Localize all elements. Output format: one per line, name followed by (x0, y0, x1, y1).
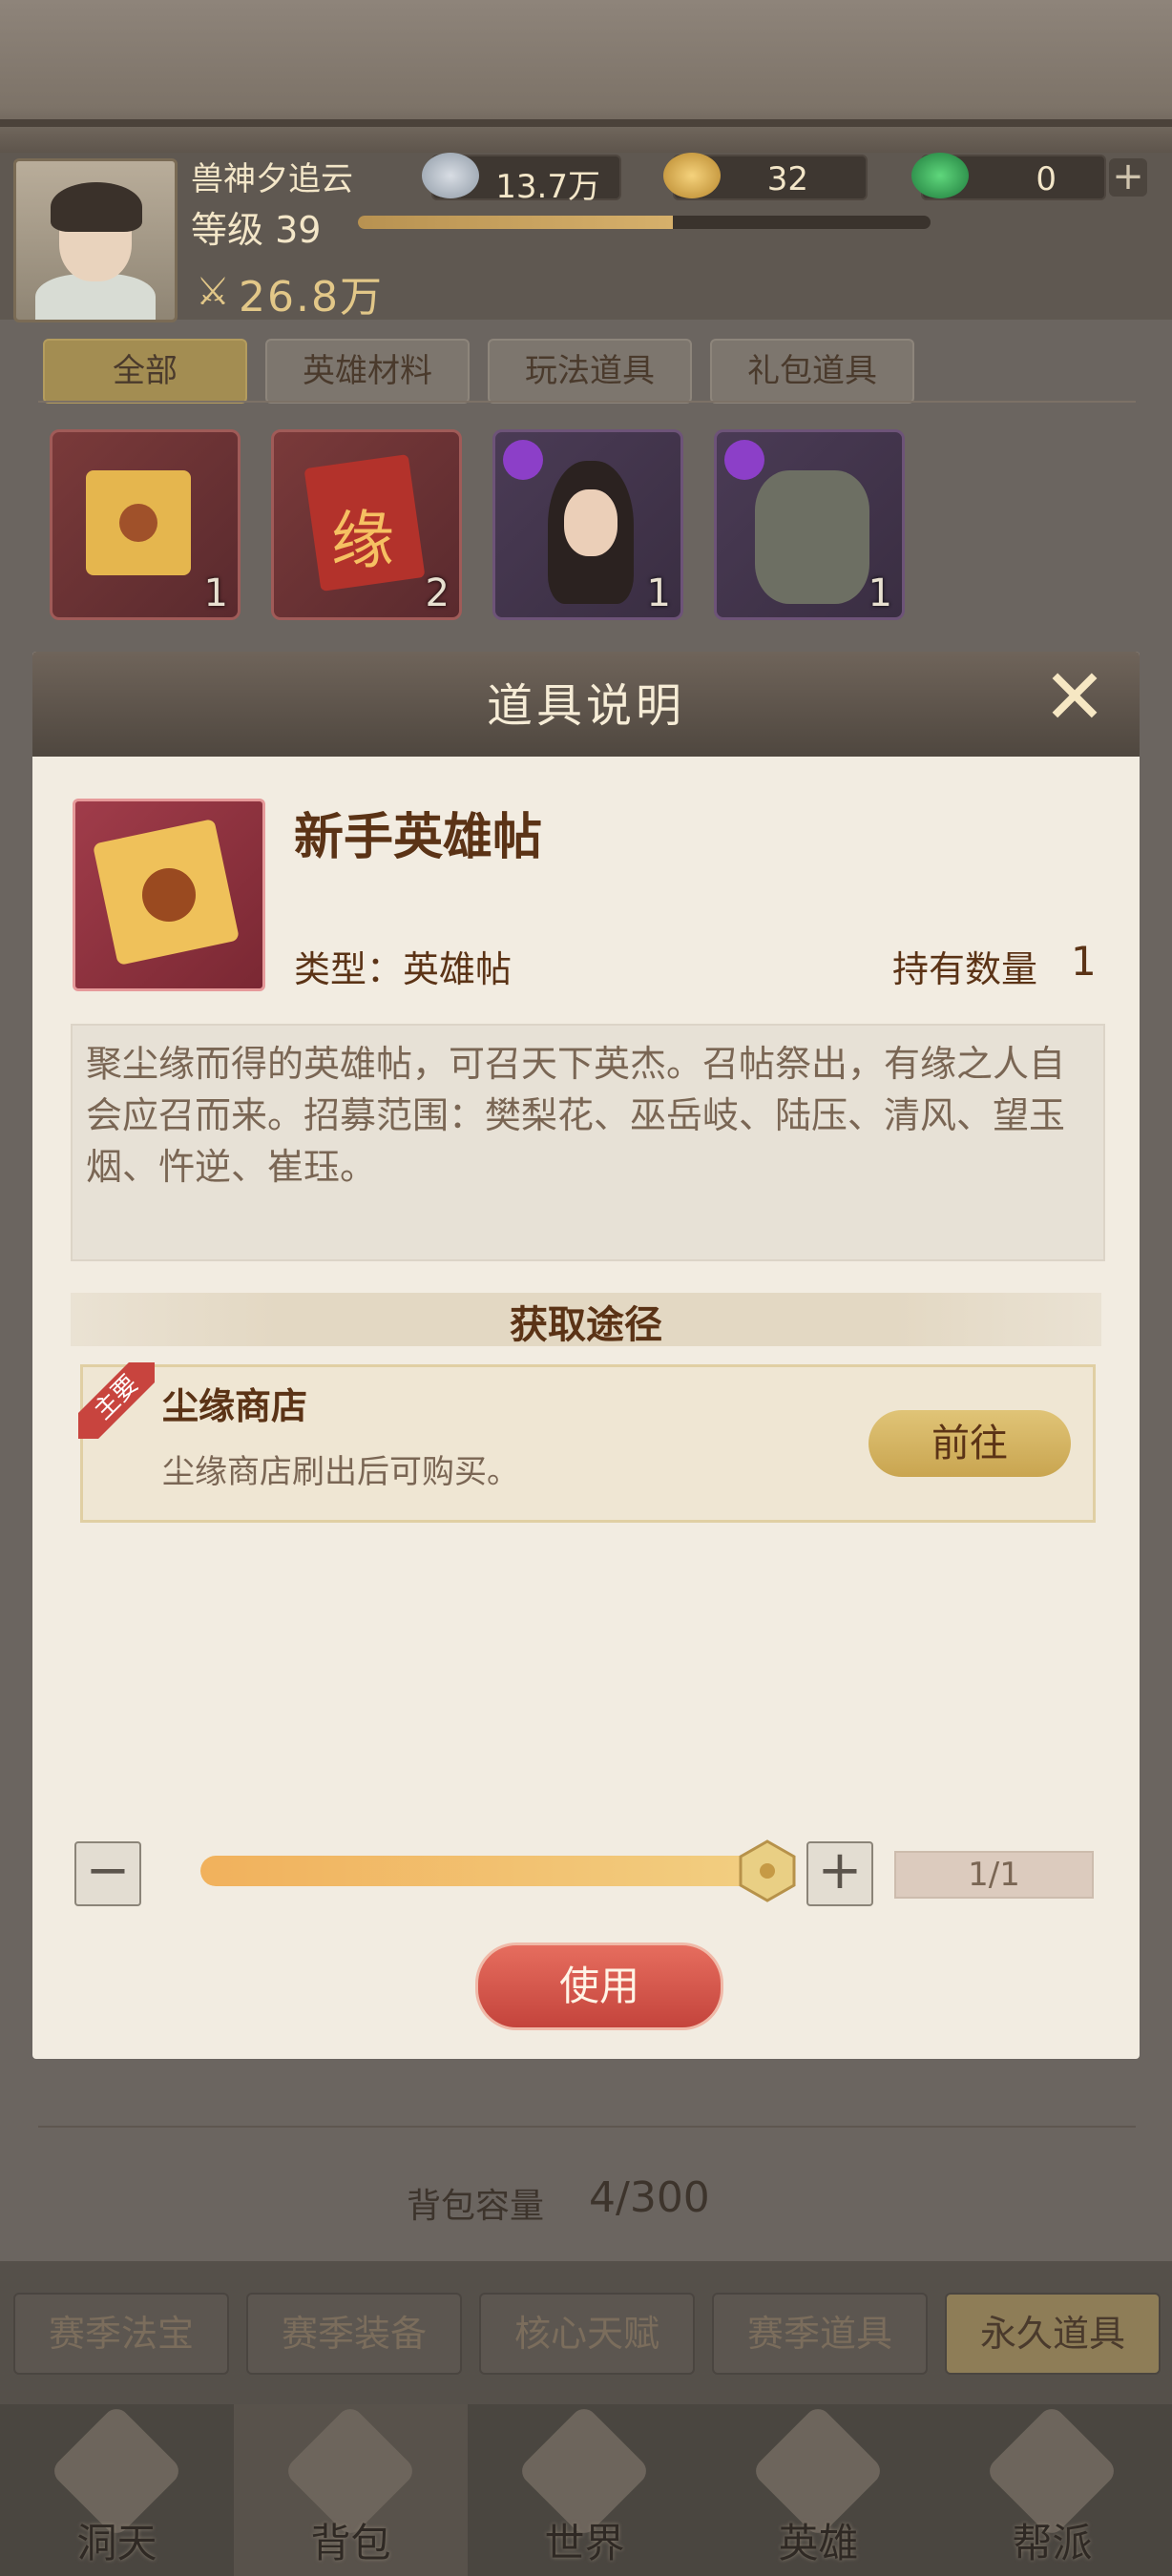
quantity-display: 1/1 (894, 1851, 1094, 1899)
goto-button[interactable]: 前往 (869, 1410, 1071, 1477)
item-description: 聚尘缘而得的英雄帖，可召天下英杰。召帖祭出，有缘之人自会应召而来。招募范围：樊梨… (86, 1043, 1066, 1188)
inventory-item-hero-card-golem[interactable]: 1 (714, 429, 905, 620)
add-currency-button[interactable]: + (1109, 157, 1147, 197)
close-icon[interactable]: ✕ (1040, 659, 1109, 736)
main-ribbon: 主要 (78, 1362, 155, 1439)
quantity-slider[interactable] (200, 1856, 773, 1886)
currency-jade: 0 (911, 153, 1106, 200)
modal-title: 道具说明 (486, 679, 685, 733)
combat-power: 26.8万 (239, 273, 384, 322)
nav-guild[interactable]: 帮派 (935, 2403, 1169, 2576)
jade-icon (911, 153, 969, 198)
nav-bag[interactable]: 背包 (234, 2403, 468, 2576)
category-season-treasure[interactable]: 赛季法宝 (13, 2293, 229, 2375)
use-button[interactable]: 使用 (475, 1942, 723, 2030)
hold-count-label: 持有数量 (892, 948, 1038, 990)
hold-count-value: 1 (1071, 938, 1097, 985)
tab-hero-materials[interactable]: 英雄材料 (265, 339, 470, 404)
increase-button[interactable]: + (806, 1841, 873, 1906)
player-name: 兽神夕追云 (191, 160, 353, 198)
slider-knob[interactable] (737, 1839, 798, 1902)
silver-ingot-icon (422, 153, 479, 198)
decrease-button[interactable]: − (74, 1841, 141, 1906)
tab-gameplay-items[interactable]: 玩法道具 (488, 339, 692, 404)
item-type: 类型：英雄帖 (294, 948, 513, 990)
tab-all[interactable]: 全部 (43, 339, 247, 404)
currency-silver: 13.7万 (422, 153, 621, 206)
category-core-talent[interactable]: 核心天赋 (479, 2293, 695, 2375)
inventory-item-hero-invitation[interactable]: 1 (50, 429, 241, 620)
bag-capacity-label: 背包容量 (407, 2187, 545, 2226)
bag-capacity-value: 4/300 (589, 2173, 710, 2222)
player-level: 等级 39 (191, 209, 322, 251)
item-name: 新手英雄帖 (294, 809, 543, 866)
item-icon (73, 799, 265, 991)
nav-world[interactable]: 世界 (468, 2403, 701, 2576)
inventory-item-hero-card-female[interactable]: 1 (492, 429, 683, 620)
gold-ingot-icon (663, 153, 721, 198)
nav-hero[interactable]: 英雄 (701, 2403, 935, 2576)
avatar[interactable] (13, 158, 178, 322)
category-season-items[interactable]: 赛季道具 (712, 2293, 928, 2375)
category-permanent-items[interactable]: 永久道具 (945, 2293, 1161, 2375)
exp-bar (358, 216, 931, 229)
nav-dongtian[interactable]: 洞天 (0, 2403, 234, 2576)
source-description: 尘缘商店刷出后可购买。 (162, 1453, 519, 1491)
tab-gift-items[interactable]: 礼包道具 (710, 339, 914, 404)
inventory-item-fate-token[interactable]: 缘 2 (271, 429, 462, 620)
top-banner (0, 0, 1172, 153)
source-name: 尘缘商店 (162, 1385, 308, 1427)
acquire-title: 获取途径 (510, 1303, 662, 1347)
crossed-swords-icon: ⚔ (196, 270, 230, 314)
category-season-equipment[interactable]: 赛季装备 (246, 2293, 462, 2375)
currency-gold: 32 (663, 153, 868, 200)
